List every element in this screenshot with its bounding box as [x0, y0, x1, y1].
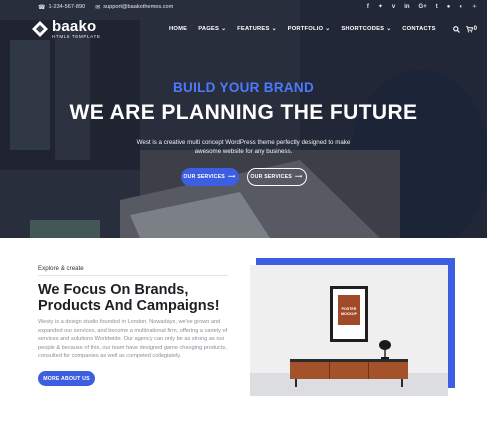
facebook-icon[interactable]: f	[367, 4, 369, 10]
nav-item-pages[interactable]: PAGES ⌄	[198, 26, 226, 32]
section-kicker: Explore & create	[38, 265, 84, 272]
main-navbar: baako HTML5 TEMPLATE HOME PAGES ⌄ FEATURE…	[0, 16, 487, 42]
nav-label: SHORTCODES	[341, 26, 385, 32]
nav-item-portfolio[interactable]: PORTFOLIO ⌄	[288, 26, 331, 32]
phone-icon: ☎	[38, 4, 46, 11]
vimeo-icon[interactable]: v	[392, 4, 395, 10]
cart-count: 0	[473, 26, 477, 32]
email-contact[interactable]: ✉ support@baakothemes.com	[95, 4, 173, 11]
our-services-primary-button[interactable]: OUR SERVICES ⟶	[180, 168, 239, 186]
chevron-down-icon: ⌄	[325, 26, 331, 32]
cart-button[interactable]: 0	[465, 25, 477, 33]
nav-label: HOME	[169, 26, 188, 32]
more-about-us-button[interactable]: MORE ABOUT US	[38, 371, 95, 386]
social-links: f ✦ v in G+ t ● ◐ ∻	[367, 4, 477, 10]
search-icon[interactable]	[452, 25, 460, 33]
dribbble-icon[interactable]: ◐	[459, 4, 463, 10]
divider	[38, 275, 228, 276]
our-services-secondary-button[interactable]: OUR SERVICES ⟶	[246, 168, 307, 186]
rss-icon[interactable]: ∻	[472, 4, 477, 10]
chevron-down-icon: ⌄	[221, 26, 227, 32]
envelope-icon: ✉	[95, 4, 101, 11]
google-plus-icon[interactable]: G+	[419, 4, 427, 10]
email-address: support@baakothemes.com	[103, 4, 174, 10]
nav-label: PAGES	[198, 26, 220, 32]
svg-text:POSTER: POSTER	[342, 307, 357, 311]
arrow-right-icon: ⟶	[227, 174, 236, 180]
interior-photo: POSTER MOCKUP	[250, 265, 448, 396]
section-title: We Focus On Brands, Products And Campaig…	[38, 282, 220, 314]
nav-item-shortcodes[interactable]: SHORTCODES ⌄	[341, 26, 391, 32]
svg-text:MOCKUP: MOCKUP	[341, 312, 358, 316]
page: ☎ 1-234-567-890 ✉ support@baakothemes.co…	[0, 0, 487, 422]
nav-item-features[interactable]: FEATURES ⌄	[237, 26, 276, 32]
linkedin-icon[interactable]: in	[404, 4, 409, 10]
chevron-down-icon: ⌄	[386, 26, 392, 32]
interior-illustration: POSTER MOCKUP	[250, 265, 448, 396]
hero-content: BUILD YOUR BRAND WE ARE PLANNING THE FUT…	[0, 80, 487, 186]
arrow-right-icon: ⟶	[294, 174, 303, 180]
section-paragraph: Westy is a design studio founded in Lond…	[38, 319, 228, 359]
primary-nav: HOME PAGES ⌄ FEATURES ⌄ PORTFOLIO ⌄ SHORTCO…	[169, 25, 477, 33]
tumblr-icon[interactable]: t	[436, 4, 438, 10]
button-label: OUR SERVICES	[183, 174, 225, 180]
pinterest-icon[interactable]: ●	[447, 4, 451, 10]
chevron-down-icon: ⌄	[271, 26, 277, 32]
logo-mark-icon	[32, 21, 48, 37]
top-bar: ☎ 1-234-567-890 ✉ support@baakothemes.co…	[0, 0, 487, 14]
cart-icon	[465, 25, 473, 32]
phone-contact[interactable]: ☎ 1-234-567-890	[38, 4, 85, 11]
nav-item-contacts[interactable]: CONTACTS	[402, 26, 435, 32]
nav-item-home[interactable]: HOME	[169, 26, 187, 32]
nav-label: PORTFOLIO	[287, 26, 324, 32]
hero-subtitle: West is a creative multi concept WordPre…	[136, 139, 351, 155]
nav-label: FEATURES	[237, 26, 270, 32]
button-label: MORE ABOUT US	[43, 375, 90, 382]
logo[interactable]: baako HTML5 TEMPLATE	[32, 19, 101, 40]
twitter-icon[interactable]: ✦	[378, 4, 383, 10]
logo-name: baako	[52, 17, 97, 35]
logo-tagline: HTML5 TEMPLATE	[52, 33, 101, 39]
nav-label: CONTACTS	[402, 26, 436, 32]
feature-section: Explore & create We Focus On Brands, Pro…	[0, 238, 487, 422]
button-label: OUR SERVICES	[250, 174, 292, 180]
hero-section: ☎ 1-234-567-890 ✉ support@baakothemes.co…	[0, 0, 487, 238]
phone-number: 1-234-567-890	[48, 4, 86, 10]
hero-headline: WE ARE PLANNING THE FUTURE	[69, 101, 418, 124]
hero-eyebrow: BUILD YOUR BRAND	[172, 80, 315, 95]
